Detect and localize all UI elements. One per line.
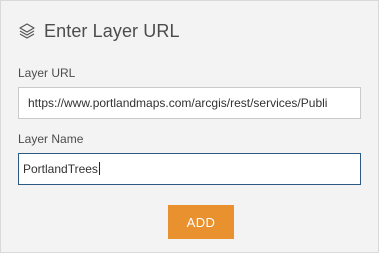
layer-url-input[interactable]: https://www.portlandmaps.com/arcgis/rest… bbox=[18, 87, 361, 119]
panel-title: Enter Layer URL bbox=[44, 20, 180, 41]
layer-url-value: https://www.portlandmaps.com/arcgis/rest… bbox=[28, 96, 328, 110]
layer-name-label: Layer Name bbox=[18, 132, 84, 146]
layer-url-label: Layer URL bbox=[18, 66, 76, 80]
layer-name-input[interactable]: PortlandTrees bbox=[18, 153, 361, 185]
layer-name-value: PortlandTrees bbox=[23, 162, 98, 176]
text-cursor bbox=[98, 162, 100, 175]
panel-header: Enter Layer URL bbox=[18, 19, 180, 43]
enter-layer-url-panel: Enter Layer URL Layer URL https://www.po… bbox=[0, 0, 379, 253]
layers-icon bbox=[18, 22, 36, 40]
add-button[interactable]: ADD bbox=[168, 205, 234, 239]
